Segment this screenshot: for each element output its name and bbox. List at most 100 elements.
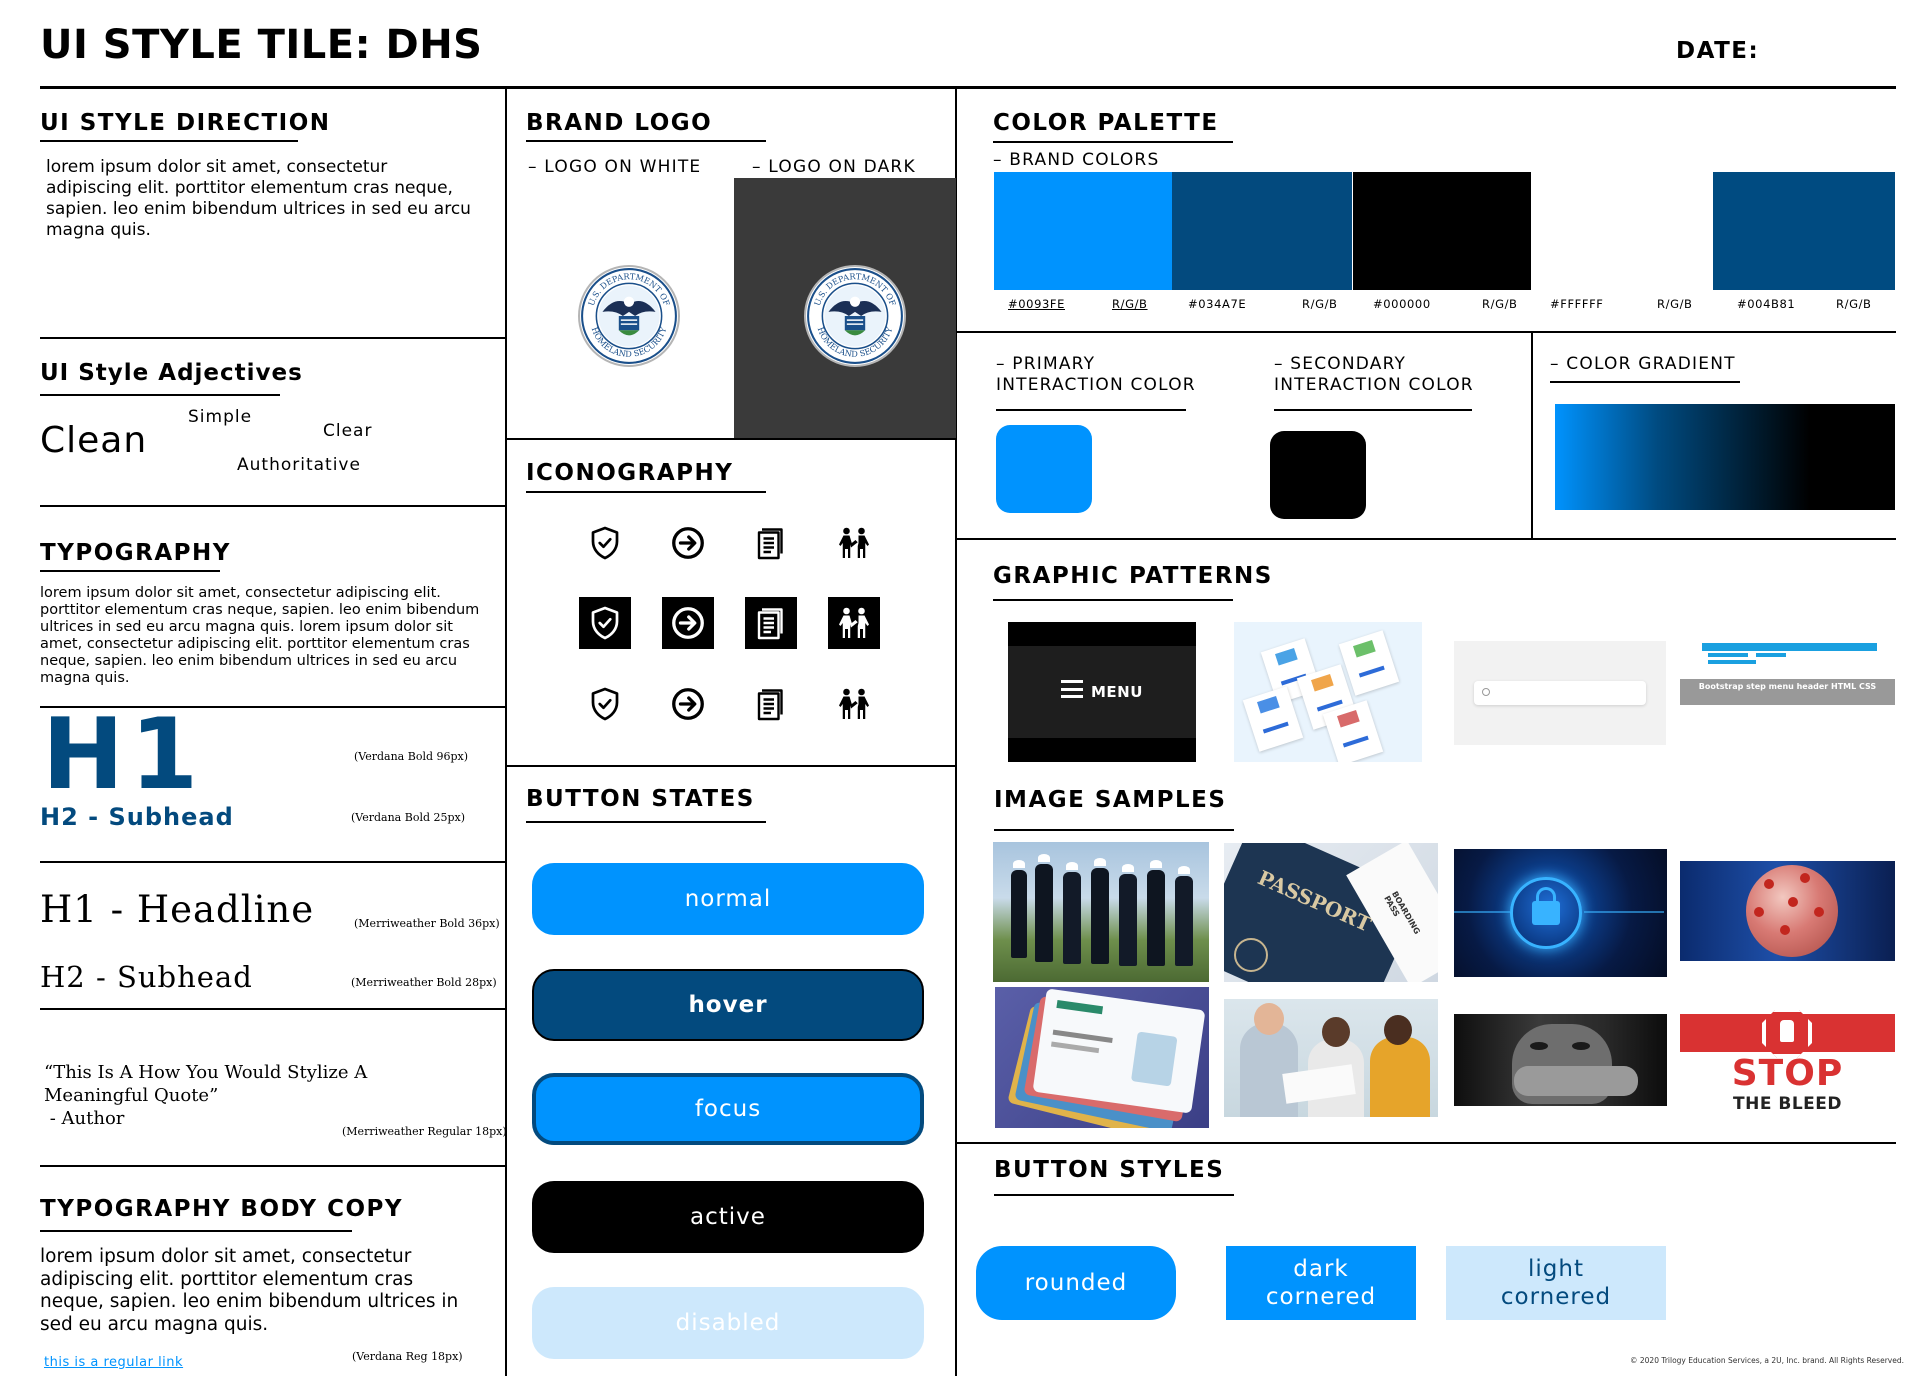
arrow-circle-right-icon (662, 678, 714, 730)
shield-check-icon (579, 678, 631, 730)
bootstrap-caption-bar: Bootstrap step menu header HTML CSS (1680, 679, 1895, 705)
dark-cornered-label-1: dark (1293, 1256, 1349, 1282)
button-styles-underline (994, 1194, 1234, 1196)
right-divider-1 (956, 331, 1896, 333)
light-cornered-label-1: light (1528, 1256, 1584, 1282)
hamburger-icon (1061, 680, 1083, 698)
left-divider-6 (40, 1165, 506, 1167)
image-meeting (1224, 999, 1438, 1117)
image-samples-heading: IMAGE SAMPLES (994, 787, 1227, 813)
active-button[interactable]: active (532, 1181, 924, 1253)
color-palette-heading: COLOR PALETTE (993, 110, 1219, 136)
secondary-label-2: INTERACTION COLOR (1274, 375, 1474, 395)
regular-link[interactable]: this is a regular link (44, 1355, 183, 1370)
copyright: © 2020 Trilogy Education Services, a 2U,… (1630, 1356, 1904, 1365)
swatch-blue (994, 172, 1172, 290)
typography-heading: TYPOGRAPHY (40, 540, 231, 566)
secondary-label-1: – SECONDARY (1274, 354, 1407, 374)
color-gradient-bar (1555, 404, 1895, 510)
pattern-menu-sample: MENU (1008, 622, 1196, 762)
stop-text: STOP (1731, 1053, 1844, 1094)
swatch-navy (1713, 172, 1895, 290)
adjective-authoritative: Authoritative (237, 455, 361, 475)
swatch-hex-5: #004B81 (1737, 297, 1796, 311)
people-icon (828, 517, 880, 569)
dhs-seal-on-white: U.S. DEPARTMENT OF HOMELAND SECURITY (578, 265, 680, 367)
image-samples-underline (994, 829, 1234, 831)
light-cornered-label-2: cornered (1500, 1284, 1612, 1310)
right-vdivider (1531, 331, 1533, 539)
light-cornered-button[interactable]: light cornered (1446, 1246, 1666, 1320)
style-direction-body: lorem ipsum dolor sit amet, consectetur … (46, 157, 471, 240)
graphic-patterns-underline (993, 599, 1233, 601)
swatch-hex-2: #034A7E (1188, 297, 1247, 311)
iconography-underline (526, 491, 766, 493)
date-label: DATE: (1676, 38, 1760, 64)
style-direction-heading: UI STYLE DIRECTION (40, 110, 331, 136)
pattern-bootstrap-sample: Bootstrap step menu header HTML CSS (1680, 643, 1895, 705)
people-icon (828, 597, 880, 649)
image-virus (1680, 861, 1895, 961)
page-title: UI STYLE TILE: DHS (40, 22, 483, 68)
typography-underline (40, 570, 220, 572)
h1-spec: (Verdana Bold 96px) (354, 750, 469, 763)
left-divider-5 (40, 1008, 506, 1010)
image-silenced-face (1454, 1014, 1667, 1106)
image-stop-the-bleed: STOP THE BLEED (1680, 1010, 1895, 1115)
arrow-circle-right-icon (662, 597, 714, 649)
button-states-underline (526, 821, 766, 823)
primary-underline (996, 409, 1186, 411)
quote-line-2: Meaningful Quote” (44, 1085, 219, 1106)
body-copy-spec: (Verdana Reg 18px) (352, 1350, 463, 1363)
hover-button[interactable]: hover (532, 969, 924, 1041)
button-styles-heading: BUTTON STYLES (994, 1157, 1225, 1183)
quote-spec: (Merriweather Regular 18px) (342, 1125, 507, 1138)
search-field-sample (1474, 681, 1646, 705)
dark-cornered-button[interactable]: dark cornered (1226, 1246, 1416, 1320)
logo-on-white-label: – LOGO ON WHITE (528, 157, 702, 177)
mid-divider-1 (506, 438, 956, 440)
secondary-color-chip (1270, 431, 1366, 519)
swatch-hex-3: #000000 (1373, 297, 1431, 311)
adjectives-underline (40, 394, 280, 396)
graphic-patterns-heading: GRAPHIC PATTERNS (993, 563, 1273, 589)
h2-sample: H2 - Subhead (40, 803, 234, 831)
primary-label-1: – PRIMARY (996, 354, 1096, 374)
pattern-search-sample (1454, 641, 1666, 745)
swatch-rgb-1: R/G/B (1112, 297, 1148, 311)
top-rule (40, 86, 1896, 89)
logo-on-dark-label: – LOGO ON DARK (752, 157, 916, 177)
shield-check-icon (579, 517, 631, 569)
dark-cornered-label-2: cornered (1265, 1284, 1377, 1310)
menu-label: MENU (1091, 683, 1143, 701)
button-states-heading: BUTTON STATES (526, 786, 755, 812)
rounded-button[interactable]: rounded (976, 1246, 1176, 1320)
image-passport: PASSPORT BOARDING PASS (1224, 843, 1438, 982)
image-cyber-lock (1454, 849, 1667, 977)
quote-author: - Author (44, 1108, 125, 1129)
brand-logo-heading: BRAND LOGO (526, 110, 713, 136)
normal-button[interactable]: normal (532, 863, 924, 935)
quote-line-1: “This Is A How You Would Stylize A (44, 1062, 368, 1083)
focus-button[interactable]: focus (532, 1073, 924, 1145)
serif-h2-sample: H2 - Subhead (40, 960, 253, 994)
dhs-seal-on-dark: U.S. DEPARTMENT OF HOMELAND SECURITY (804, 265, 906, 367)
swatch-white (1533, 172, 1709, 290)
bootstrap-caption: Bootstrap step menu header HTML CSS (1698, 682, 1877, 691)
serif-h2-spec: (Merriweather Bold 28px) (351, 976, 497, 989)
h1-sample: H1 (42, 698, 205, 812)
shield-check-icon (579, 597, 631, 649)
primary-color-chip (996, 425, 1092, 513)
swatch-rgb-3: R/G/B (1482, 297, 1518, 311)
documents-icon (745, 597, 797, 649)
swatch-hex-4: #FFFFFF (1550, 297, 1604, 311)
body-copy-heading: TYPOGRAPHY BODY COPY (40, 1196, 404, 1222)
left-divider-4 (40, 861, 506, 863)
brand-logo-underline (526, 140, 766, 142)
left-divider-1 (40, 337, 506, 339)
typography-body: lorem ipsum dolor sit amet, consectetur … (40, 585, 480, 686)
documents-icon (745, 517, 797, 569)
adjective-simple: Simple (188, 407, 253, 427)
swatch-hex-1: #0093FE (1008, 297, 1065, 311)
serif-h1-sample: H1 - Headline (40, 888, 315, 931)
